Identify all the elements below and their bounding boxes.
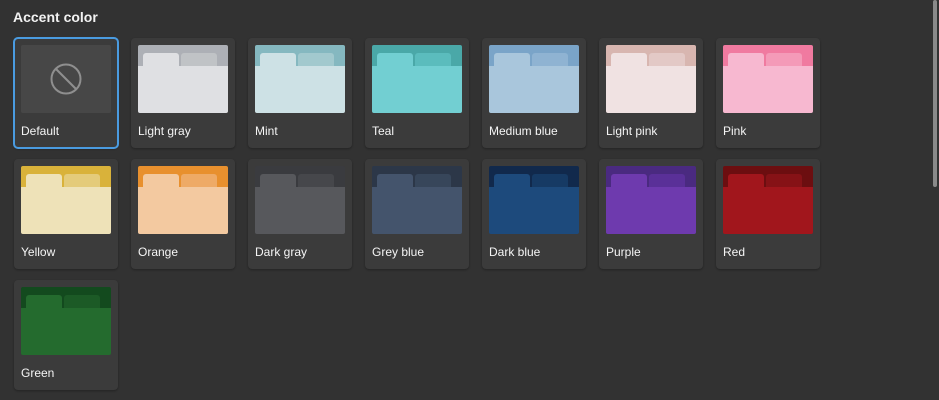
folder-preview — [255, 166, 345, 234]
swatch-label: Light pink — [606, 124, 658, 138]
folder-preview — [606, 166, 696, 234]
accent-swatch-teal[interactable]: Teal — [365, 38, 469, 148]
section-title: Accent color — [13, 9, 98, 25]
swatch-label: Green — [21, 366, 55, 380]
accent-swatch-light-gray[interactable]: Light gray — [131, 38, 235, 148]
swatch-label: Medium blue — [489, 124, 558, 138]
swatch-label: Pink — [723, 124, 747, 138]
accent-swatch-yellow[interactable]: Yellow — [14, 159, 118, 269]
accent-swatch-orange[interactable]: Orange — [131, 159, 235, 269]
swatch-label: Default — [21, 124, 60, 138]
folder-preview — [606, 45, 696, 113]
accent-swatch-dark-gray[interactable]: Dark gray — [248, 159, 352, 269]
swatch-label: Light gray — [138, 124, 191, 138]
accent-swatch-default[interactable]: Default — [13, 37, 119, 149]
folder-preview — [21, 287, 111, 355]
swatch-label: Dark gray — [255, 245, 308, 259]
folder-preview — [138, 45, 228, 113]
accent-swatch-grey-blue[interactable]: Grey blue — [365, 159, 469, 269]
swatch-label: Teal — [372, 124, 395, 138]
folder-preview — [372, 45, 462, 113]
accent-color-grid: Default Light gray Mint Teal Medium blue… — [13, 37, 820, 390]
swatch-label: Yellow — [21, 245, 56, 259]
accent-swatch-dark-blue[interactable]: Dark blue — [482, 159, 586, 269]
accent-swatch-light-pink[interactable]: Light pink — [599, 38, 703, 148]
accent-swatch-red[interactable]: Red — [716, 159, 820, 269]
folder-preview — [372, 166, 462, 234]
folder-preview — [489, 45, 579, 113]
accent-swatch-medium-blue[interactable]: Medium blue — [482, 38, 586, 148]
accent-swatch-pink[interactable]: Pink — [716, 38, 820, 148]
folder-preview — [723, 45, 813, 113]
folder-preview — [138, 166, 228, 234]
folder-preview — [255, 45, 345, 113]
folder-preview — [21, 166, 111, 234]
swatch-label: Dark blue — [489, 245, 541, 259]
accent-swatch-purple[interactable]: Purple — [599, 159, 703, 269]
folder-preview — [723, 166, 813, 234]
scrollbar-thumb[interactable] — [933, 0, 937, 187]
swatch-label: Purple — [606, 245, 641, 259]
none-icon — [50, 63, 82, 95]
accent-swatch-green[interactable]: Green — [14, 280, 118, 390]
swatch-label: Mint — [255, 124, 278, 138]
accent-swatch-mint[interactable]: Mint — [248, 38, 352, 148]
swatch-label: Orange — [138, 245, 179, 259]
swatch-label: Grey blue — [372, 245, 425, 259]
swatch-label: Red — [723, 245, 746, 259]
swatch-preview — [21, 45, 111, 113]
folder-preview — [489, 166, 579, 234]
